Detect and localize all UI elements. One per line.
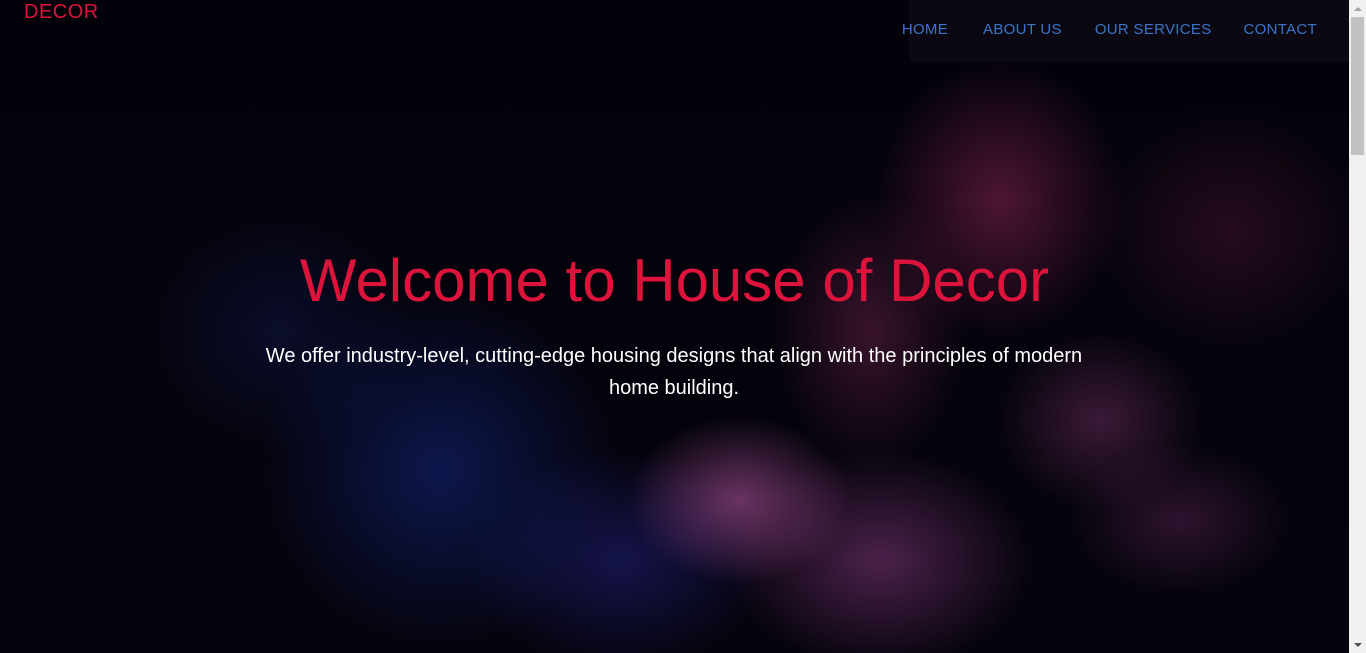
- scrollbar-thumb[interactable]: [1351, 17, 1364, 155]
- nav-contact-link[interactable]: CONTACT: [1244, 21, 1317, 38]
- header: DECOR HOME ABOUT US OUR SERVICES CONTACT: [0, 0, 1349, 62]
- hero-title: Welcome to House of Decor: [299, 247, 1050, 314]
- scroll-down-button[interactable]: [1349, 636, 1366, 653]
- nav-home-link[interactable]: HOME: [902, 21, 948, 38]
- nav-about-us-link[interactable]: ABOUT US: [983, 21, 1062, 38]
- hero-description: We offer industry-level, cutting-edge ho…: [265, 345, 1083, 399]
- page: DECOR HOME ABOUT US OUR SERVICES CONTACT…: [0, 0, 1366, 653]
- main-nav: HOME ABOUT US OUR SERVICES CONTACT: [902, 0, 1349, 62]
- logo[interactable]: DECOR: [24, 1, 99, 24]
- vertical-scrollbar[interactable]: [1349, 0, 1366, 653]
- chevron-up-icon: [1353, 6, 1362, 11]
- scroll-up-button[interactable]: [1349, 0, 1366, 17]
- nav-our-services-link[interactable]: OUR SERVICES: [1095, 21, 1212, 38]
- chevron-down-icon: [1353, 642, 1362, 647]
- hero-background-smoke-image: [0, 0, 1349, 653]
